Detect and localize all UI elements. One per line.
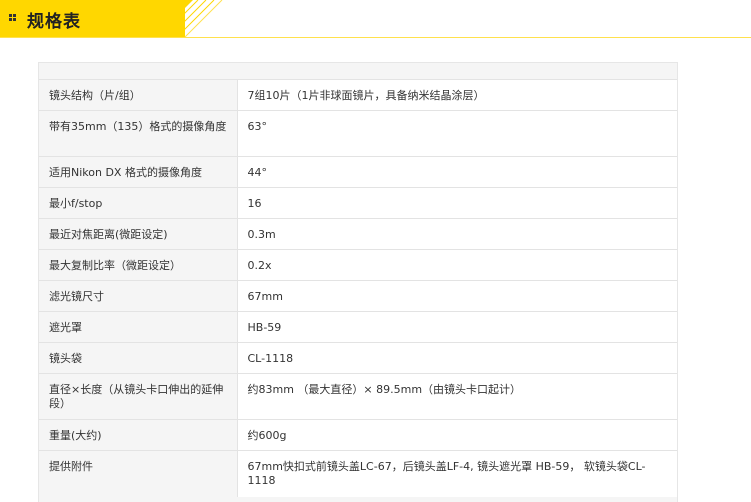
section-header: 规格表 — [0, 0, 751, 40]
spec-value: 67mm快扣式前镜头盖LC-67，后镜头盖LF-4, 镜头遮光罩 HB-59， … — [236, 450, 677, 497]
table-row: 镜头袋 CL-1118 — [39, 342, 677, 374]
spec-value: 约83mm （最大直径）× 89.5mm（由镜头卡口起计） — [236, 373, 677, 420]
page-title: 规格表 — [27, 12, 81, 32]
header-divider — [0, 37, 751, 38]
spec-value: HB-59 — [236, 311, 677, 343]
spec-value: 67mm — [236, 280, 677, 312]
spec-label: 镜头袋 — [39, 342, 237, 374]
spec-label: 滤光镜尺寸 — [39, 280, 237, 312]
table-row: 滤光镜尺寸 67mm — [39, 280, 677, 312]
table-row: 带有35mm（135）格式的摄像角度 63° — [39, 110, 677, 157]
spec-value: CL-1118 — [236, 342, 677, 374]
table-row: 最近对焦距离(微距设定) 0.3m — [39, 218, 677, 250]
spec-value: 0.3m — [236, 218, 677, 250]
table-row: 镜头结构（片/组） 7组10片（1片非球面镜片，具备纳米结晶涂层） — [39, 79, 677, 111]
table-row: 最大复制比率（微距设定） 0.2x — [39, 249, 677, 281]
table-row: 直径×长度（从镜头卡口伸出的延伸段） 约83mm （最大直径）× 89.5mm（… — [39, 373, 677, 420]
bullet-grid-icon — [9, 14, 17, 22]
table-row: 提供附件 67mm快扣式前镜头盖LC-67，后镜头盖LF-4, 镜头遮光罩 HB… — [39, 450, 677, 497]
table-row: 最小f/stop 16 — [39, 187, 677, 219]
spec-label: 提供附件 — [39, 450, 237, 497]
spec-label: 最大复制比率（微距设定） — [39, 249, 237, 281]
spec-label: 最小f/stop — [39, 187, 237, 219]
spec-value: 0.2x — [236, 249, 677, 281]
table-row: 适用Nikon DX 格式的摄像角度 44° — [39, 156, 677, 188]
spec-value: 16 — [236, 187, 677, 219]
spec-label: 重量(大约) — [39, 419, 237, 451]
spec-value: 约600g — [236, 419, 677, 451]
spec-label: 适用Nikon DX 格式的摄像角度 — [39, 156, 237, 188]
spec-value: 63° — [236, 110, 677, 157]
spec-value: 7组10片（1片非球面镜片，具备纳米结晶涂层） — [236, 79, 677, 111]
spec-table: 镜头结构（片/组） 7组10片（1片非球面镜片，具备纳米结晶涂层） 带有35mm… — [39, 79, 677, 497]
spec-label: 遮光罩 — [39, 311, 237, 343]
table-row: 遮光罩 HB-59 — [39, 311, 677, 343]
table-row: 重量(大约) 约600g — [39, 419, 677, 451]
spec-label: 带有35mm（135）格式的摄像角度 — [39, 110, 237, 157]
spec-label: 最近对焦距离(微距设定) — [39, 218, 237, 250]
spec-label: 镜头结构（片/组） — [39, 79, 237, 111]
spec-value: 44° — [236, 156, 677, 188]
spec-label: 直径×长度（从镜头卡口伸出的延伸段） — [39, 373, 237, 420]
